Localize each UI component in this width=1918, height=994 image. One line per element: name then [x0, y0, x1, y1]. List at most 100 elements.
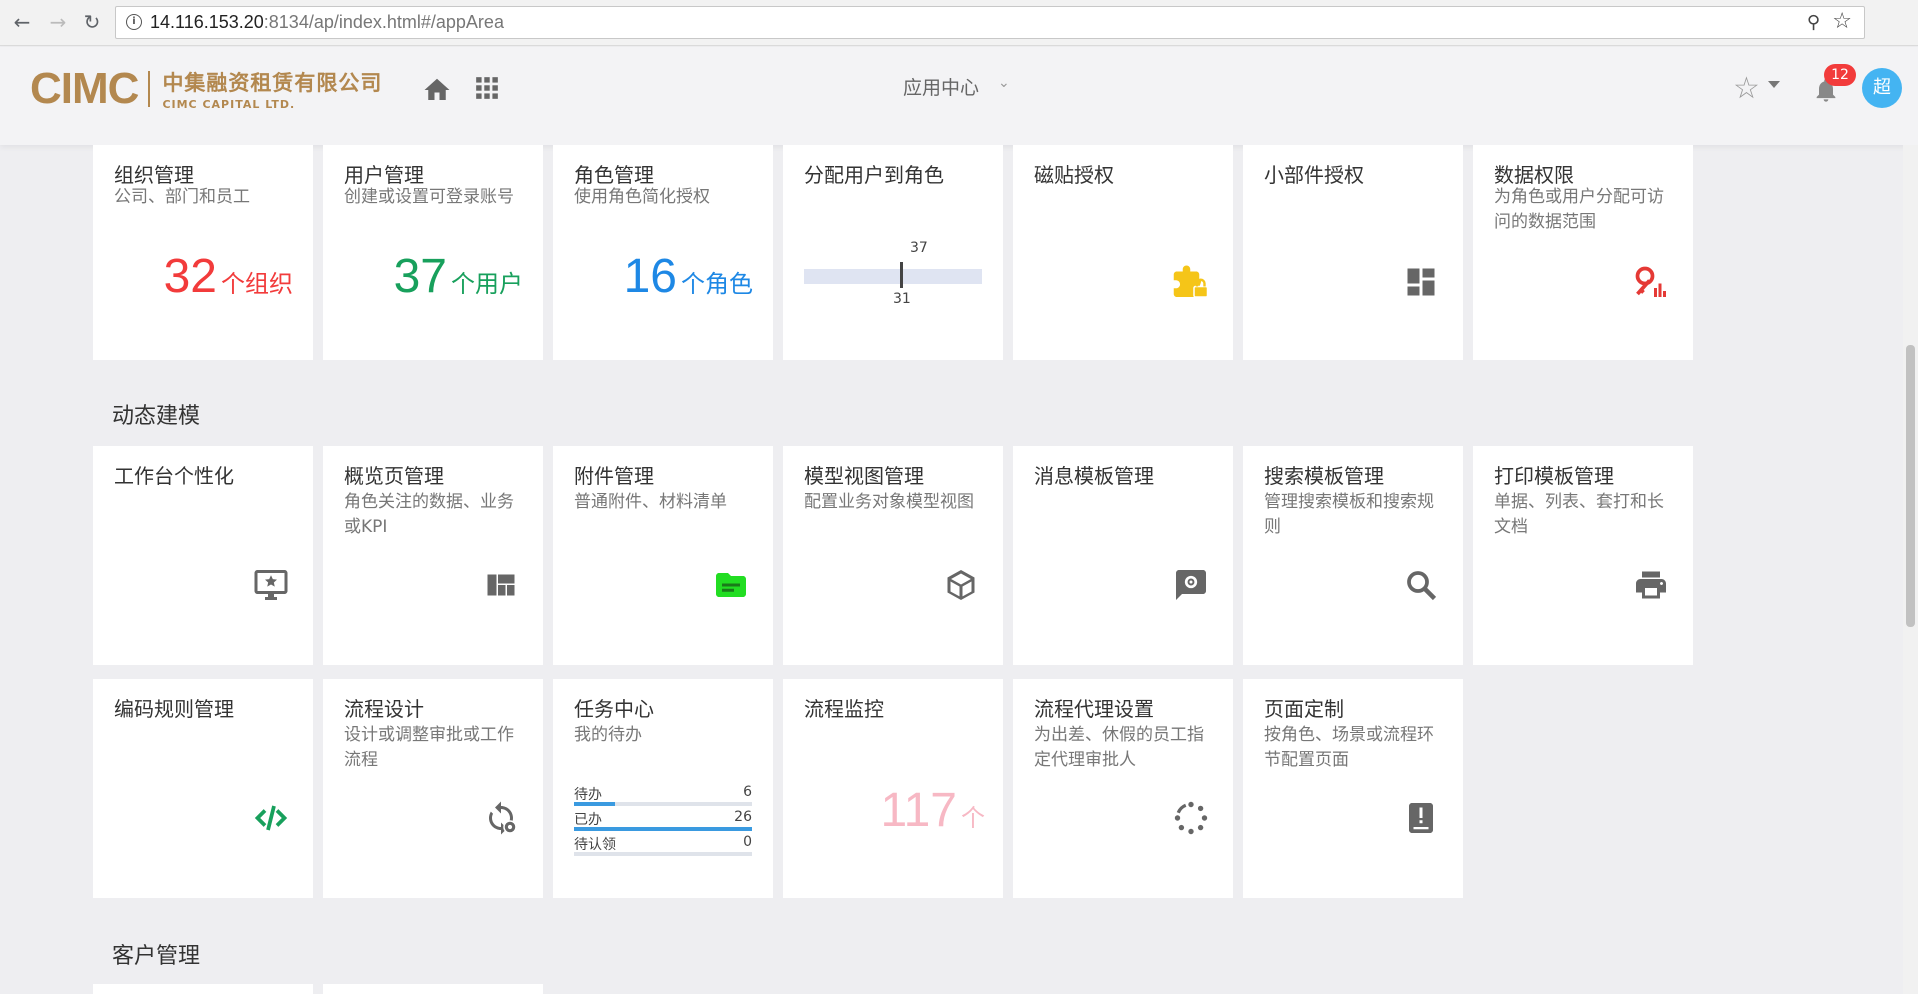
user-avatar[interactable]: 超 [1862, 68, 1902, 108]
tile-customer-partial[interactable] [93, 984, 313, 994]
tile-data-permission[interactable]: 数据权限 为角色或用户分配可访问的数据范围 [1473, 145, 1693, 360]
tile-title: 组织管理 [114, 163, 194, 187]
book-alert-icon [1409, 803, 1433, 833]
bookmark-star-icon[interactable]: ☆ [1832, 9, 1852, 34]
task-progress-bar [574, 852, 752, 856]
info-icon[interactable]: i [126, 14, 142, 30]
apps-grid-icon[interactable] [474, 75, 500, 101]
task-label: 待认领 [574, 837, 616, 853]
user-count: 37 个用户 [394, 249, 523, 304]
url-host: 14.116.153.20 [150, 12, 264, 32]
tile-title: 附件管理 [574, 464, 654, 488]
tile-print-template[interactable]: 打印模板管理 单据、列表、套打和长文档 [1473, 446, 1693, 665]
favorites-star-icon[interactable]: ☆ [1733, 71, 1760, 106]
app-center-dropdown[interactable]: 应用中心 [903, 73, 979, 100]
org-count-number: 32 [163, 250, 217, 303]
notification-count-badge: 12 [1824, 64, 1856, 86]
chevron-down-icon[interactable]: ⌄ [998, 75, 1010, 91]
tile-tile-authorization[interactable]: 磁贴授权 [1013, 145, 1233, 360]
tile-org-management[interactable]: 组织管理 公司、部门和员工 32 个组织 [93, 145, 313, 360]
address-bar[interactable]: i 14.116.153.20:8134/ap/index.html#/appA… [115, 6, 1865, 39]
url-path: :8134/ap/index.html#/appArea [263, 12, 504, 32]
tile-description: 按角色、场景或流程环节配置页面 [1264, 725, 1434, 770]
tile-assign-user-role[interactable]: 分配用户到角色 37 31 [783, 145, 1003, 360]
tile-message-template[interactable]: 消息模板管理 [1013, 446, 1233, 665]
tile-title: 编码规则管理 [114, 697, 234, 721]
tile-widget-authorization[interactable]: 小部件授权 [1243, 145, 1463, 360]
reload-icon[interactable]: ↻ [80, 10, 104, 34]
tile-model-view-management[interactable]: 模型视图管理 配置业务对象模型视图 [783, 446, 1003, 665]
tile-description: 使用角色简化授权 [574, 187, 710, 207]
tile-workbench-personalize[interactable]: 工作台个性化 [93, 446, 313, 665]
role-count: 16 个角色 [624, 249, 753, 304]
tile-description: 创建或设置可登录账号 [344, 187, 514, 207]
logo-chinese-name: 中集融资租赁有限公司 [162, 71, 383, 95]
key-icon[interactable]: ⚲ [1807, 12, 1820, 33]
monitor-star-icon [254, 570, 288, 600]
tile-description: 管理搜索模板和搜索规则 [1264, 492, 1434, 537]
tile-flow-delegate[interactable]: 流程代理设置 为出差、休假的员工指定代理审批人 [1013, 679, 1233, 898]
dashboard-icon [1407, 268, 1435, 296]
forward-icon[interactable]: → [46, 10, 70, 34]
tile-description: 角色关注的数据、业务或KPI [344, 492, 514, 537]
scroll-thumb[interactable] [1906, 345, 1915, 627]
task-row-done[interactable]: 已办 26 [574, 809, 752, 833]
folder-icon [716, 573, 746, 597]
sync-gear-icon [489, 801, 517, 835]
tile-title: 页面定制 [1264, 697, 1344, 721]
user-count-unit: 个用户 [451, 270, 523, 298]
tile-title: 任务中心 [574, 697, 654, 721]
role-count-number: 16 [623, 250, 677, 303]
tile-title: 消息模板管理 [1034, 464, 1154, 488]
user-count-number: 37 [393, 250, 447, 303]
tile-title: 数据权限 [1494, 163, 1574, 187]
tile-title: 分配用户到角色 [804, 163, 944, 187]
tile-title: 磁贴授权 [1034, 163, 1114, 187]
tile-title: 流程监控 [804, 697, 884, 721]
tile-attachment-management[interactable]: 附件管理 普通附件、材料清单 [553, 446, 773, 665]
tile-customer-partial[interactable] [323, 984, 543, 994]
home-icon[interactable] [422, 75, 452, 105]
tile-code-rule-management[interactable]: 编码规则管理 [93, 679, 313, 898]
range-top-value: 37 [910, 240, 928, 256]
tile-title: 模型视图管理 [804, 464, 924, 488]
task-value: 6 [743, 784, 752, 800]
tile-search-template[interactable]: 搜索模板管理 管理搜索模板和搜索规则 [1243, 446, 1463, 665]
flow-monitor-count-unit: 个 [961, 804, 985, 832]
url-text: 14.116.153.20:8134/ap/index.html#/appAre… [150, 12, 504, 33]
tile-title: 用户管理 [344, 163, 424, 187]
page-scrollbar[interactable] [1903, 145, 1918, 994]
logo-mark: CIMC [30, 64, 139, 113]
task-row-todo[interactable]: 待办 6 [574, 784, 752, 808]
tile-title: 流程代理设置 [1034, 697, 1154, 721]
task-value: 26 [734, 809, 752, 825]
tile-flow-monitor[interactable]: 流程监控 117 个 [783, 679, 1003, 898]
role-count-unit: 个角色 [681, 270, 753, 298]
logo-english-name: CIMC CAPITAL LTD. [162, 98, 296, 111]
tile-title: 打印模板管理 [1494, 464, 1614, 488]
tile-flow-design[interactable]: 流程设计 设计或调整审批或工作流程 [323, 679, 543, 898]
message-gear-icon [1176, 570, 1206, 600]
range-marker [900, 262, 903, 288]
task-row-claim[interactable]: 待认领 0 [574, 834, 752, 858]
layout-icon [487, 574, 515, 596]
tile-page-customization[interactable]: 页面定制 按角色、场景或流程环节配置页面 [1243, 679, 1463, 898]
section-title-dynamic-modeling: 动态建模 [112, 404, 201, 429]
favorites-caret-icon[interactable] [1768, 81, 1780, 88]
tile-description: 为角色或用户分配可访问的数据范围 [1494, 187, 1664, 232]
task-value: 0 [743, 834, 752, 850]
range-track [804, 269, 982, 284]
tile-user-management[interactable]: 用户管理 创建或设置可登录账号 37 个用户 [323, 145, 543, 360]
tile-description: 普通附件、材料清单 [574, 492, 727, 512]
tile-role-management[interactable]: 角色管理 使用角色简化授权 16 个角色 [553, 145, 773, 360]
company-logo[interactable]: CIMC 中集融资租赁有限公司 CIMC CAPITAL LTD. [30, 64, 383, 113]
browser-toolbar: ← → ↻ i 14.116.153.20:8134/ap/index.html… [0, 0, 1918, 46]
search-icon [1407, 571, 1437, 601]
tile-overview-management[interactable]: 概览页管理 角色关注的数据、业务或KPI [323, 446, 543, 665]
printer-icon [1636, 571, 1666, 599]
task-progress-fill [574, 802, 615, 806]
tile-description: 公司、部门和员工 [114, 187, 250, 207]
tile-task-center[interactable]: 任务中心 我的待办 待办 6 已办 26 待认领 0 [553, 679, 773, 898]
tile-description: 设计或调整审批或工作流程 [344, 725, 514, 770]
back-icon[interactable]: ← [10, 10, 34, 34]
